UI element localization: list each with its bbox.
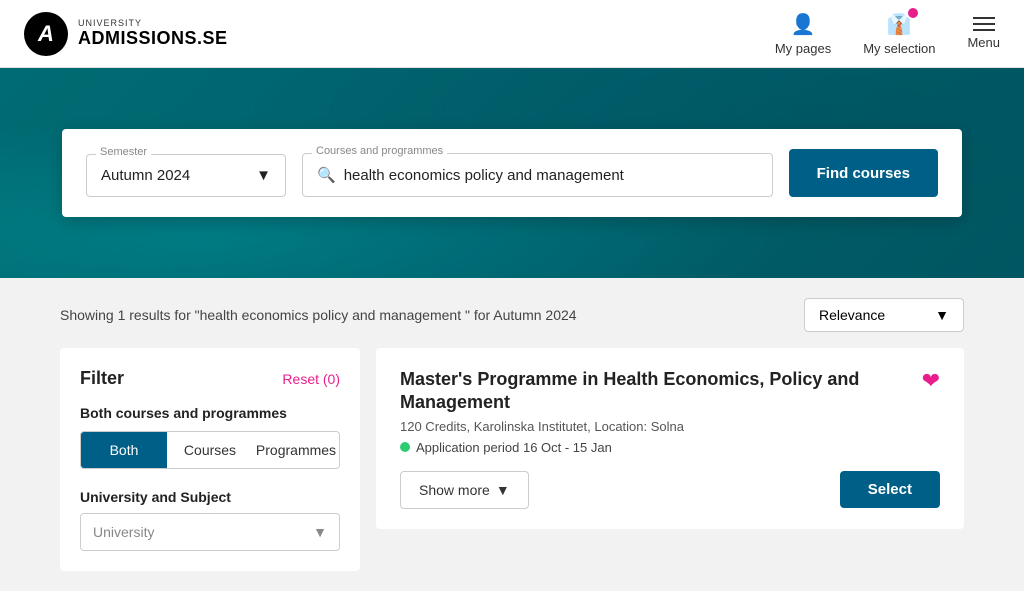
courses-label: Courses and programmes <box>312 145 447 157</box>
person-icon: 👤 <box>791 12 816 37</box>
card-title: Master's Programme in Health Economics, … <box>400 368 922 415</box>
result-card: Master's Programme in Health Economics, … <box>376 348 964 529</box>
chevron-down-icon: ▼ <box>256 167 271 184</box>
reset-button[interactable]: Reset (0) <box>282 371 340 387</box>
menu-label: Menu <box>967 35 1000 50</box>
menu-nav[interactable]: Menu <box>967 17 1000 50</box>
show-more-label: Show more <box>419 482 490 498</box>
my-selection-nav[interactable]: 👔 My selection <box>863 12 935 56</box>
university-filter-label: University <box>93 524 154 540</box>
chevron-down-icon: ▼ <box>496 482 510 498</box>
card-meta: 120 Credits, Karolinska Institutet, Loca… <box>400 419 940 434</box>
menu-line-2 <box>973 23 995 25</box>
semester-field: Semester Autumn 2024 ▼ <box>86 154 286 197</box>
both-courses-label: Both courses and programmes <box>80 405 340 421</box>
university-filter-input[interactable]: University ▼ <box>80 513 340 551</box>
filter-header: Filter Reset (0) <box>80 368 340 389</box>
briefcase-icon: 👔 <box>887 12 912 37</box>
menu-line-1 <box>973 17 995 19</box>
admissions-label: ADMISSIONS.SE <box>78 29 228 49</box>
course-type-toggle: Both Courses Programmes <box>80 431 340 469</box>
semester-label: Semester <box>96 146 151 158</box>
application-period: Application period 16 Oct - 15 Jan <box>400 440 940 455</box>
sort-dropdown[interactable]: Relevance ▼ <box>804 298 964 332</box>
select-button[interactable]: Select <box>840 471 940 508</box>
search-container: Semester Autumn 2024 ▼ Courses and progr… <box>62 129 962 217</box>
sort-chevron-icon: ▼ <box>935 307 949 323</box>
results-area: Showing 1 results for "health economics … <box>0 278 1024 591</box>
logo-letter: A <box>38 21 54 47</box>
sort-label: Relevance <box>819 307 885 323</box>
toggle-courses-button[interactable]: Courses <box>167 432 253 468</box>
semester-select[interactable]: Autumn 2024 ▼ <box>86 154 286 197</box>
site-header: A UNIVERSITY ADMISSIONS.SE 👤 My pages 👔 … <box>0 0 1024 68</box>
semester-value: Autumn 2024 <box>101 167 190 184</box>
menu-line-3 <box>973 29 995 31</box>
my-pages-nav[interactable]: 👤 My pages <box>775 12 831 56</box>
results-header: Showing 1 results for "health economics … <box>60 298 964 332</box>
content-row: Filter Reset (0) Both courses and progra… <box>60 348 964 571</box>
show-more-button[interactable]: Show more ▼ <box>400 471 529 509</box>
hamburger-icon <box>973 17 995 31</box>
logo-circle: A <box>24 12 68 56</box>
active-indicator <box>400 442 410 452</box>
find-courses-button[interactable]: Find courses <box>789 149 938 197</box>
results-list: Master's Programme in Health Economics, … <box>376 348 964 571</box>
courses-search-box: 🔍 <box>302 153 773 197</box>
app-period-text: Application period 16 Oct - 15 Jan <box>416 440 612 455</box>
selection-badge <box>908 8 918 18</box>
filter-panel: Filter Reset (0) Both courses and progra… <box>60 348 360 571</box>
card-actions: Show more ▼ Select <box>400 471 940 509</box>
favourite-button[interactable]: ❤ <box>922 368 940 394</box>
logo[interactable]: A UNIVERSITY ADMISSIONS.SE <box>24 12 228 56</box>
filter-title: Filter <box>80 368 124 389</box>
my-pages-label: My pages <box>775 41 831 56</box>
my-selection-label: My selection <box>863 41 935 56</box>
logo-text: UNIVERSITY ADMISSIONS.SE <box>78 19 228 49</box>
university-subject-label: University and Subject <box>80 489 340 505</box>
search-icon: 🔍 <box>317 166 336 184</box>
results-count: Showing 1 results for "health economics … <box>60 307 577 323</box>
toggle-programmes-button[interactable]: Programmes <box>253 432 339 468</box>
toggle-both-button[interactable]: Both <box>81 432 167 468</box>
hero-section: Semester Autumn 2024 ▼ Courses and progr… <box>0 68 1024 278</box>
main-nav: 👤 My pages 👔 My selection Menu <box>775 12 1000 56</box>
courses-field: Courses and programmes 🔍 <box>302 153 773 197</box>
card-top: Master's Programme in Health Economics, … <box>400 368 940 415</box>
courses-input[interactable] <box>344 167 758 184</box>
expand-icon: ▼ <box>313 524 327 540</box>
